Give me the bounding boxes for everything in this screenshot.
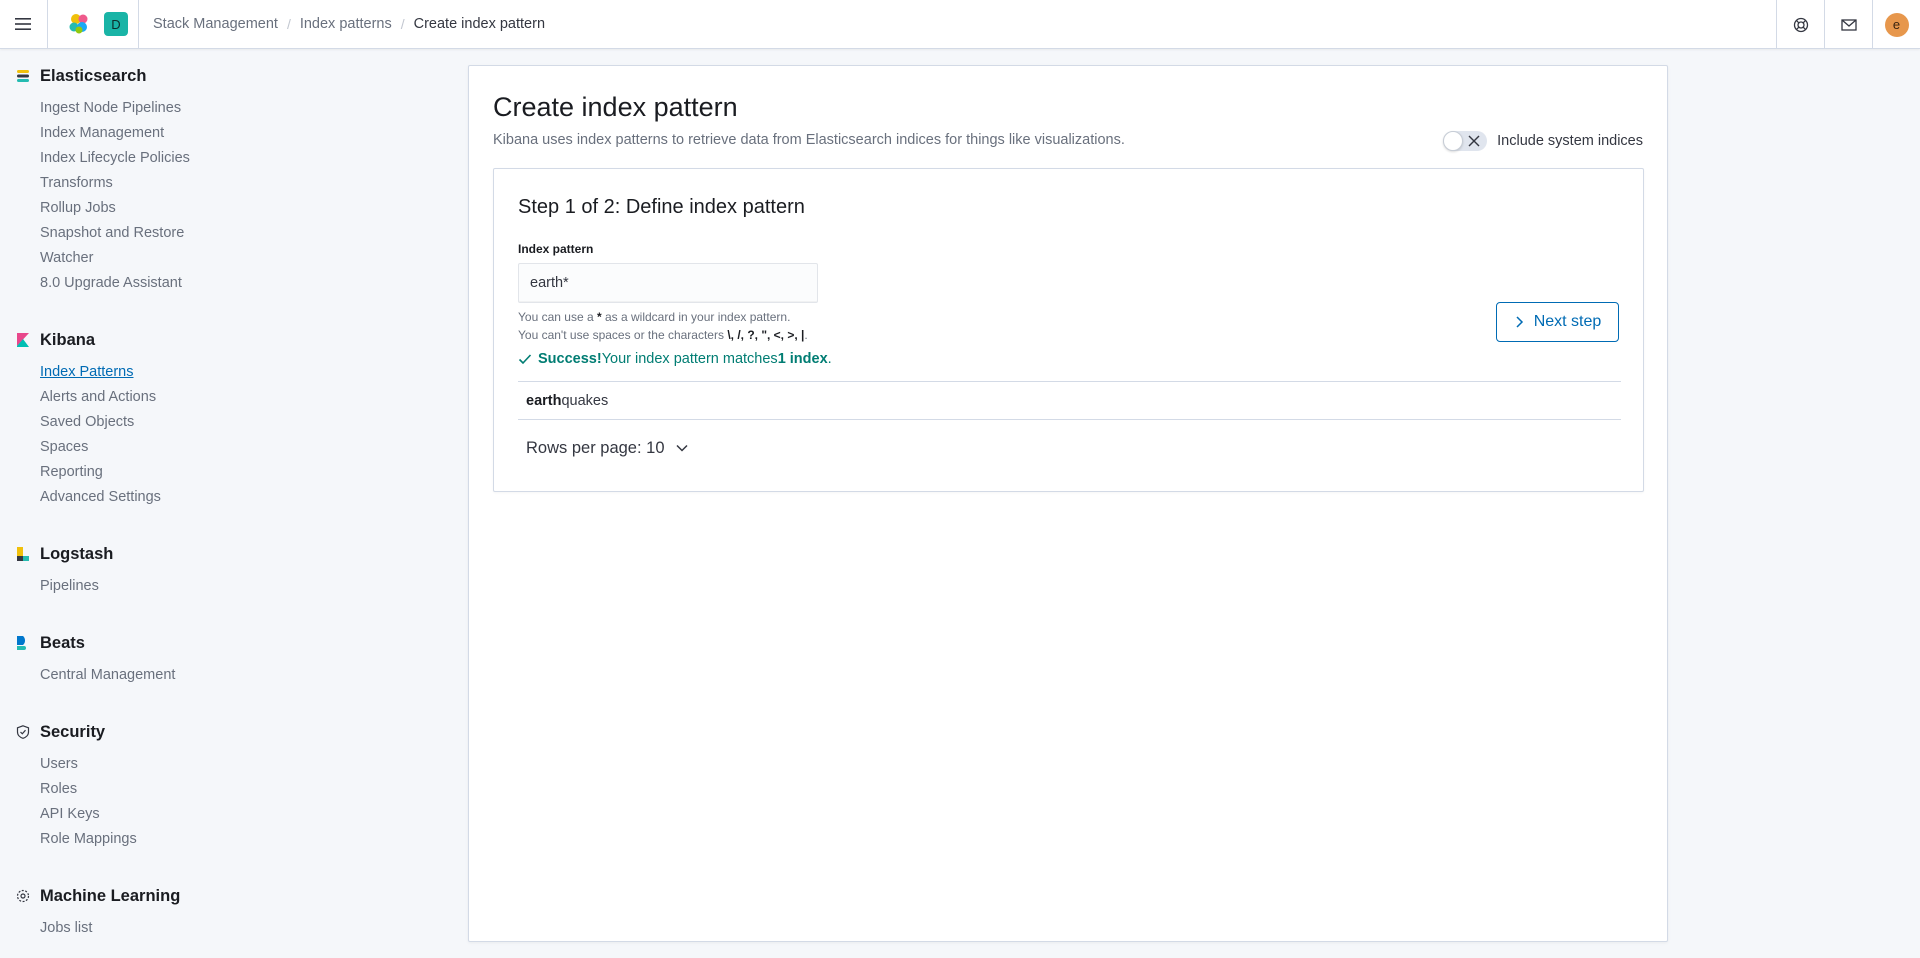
sidebar-section-machine-learning: Machine Learning Jobs list bbox=[0, 884, 460, 941]
match-remainder: quakes bbox=[561, 392, 609, 409]
sidebar-item-index-patterns[interactable]: Index Patterns bbox=[0, 360, 460, 385]
sidebar-item-api-keys[interactable]: API Keys bbox=[0, 802, 460, 827]
chevron-right-icon bbox=[1516, 316, 1523, 328]
chevron-down-icon bbox=[675, 444, 688, 452]
breadcrumb-separator: / bbox=[400, 16, 405, 32]
sidebar-title-label: Security bbox=[40, 722, 106, 741]
index-pattern-input[interactable] bbox=[518, 263, 818, 303]
menu-icon[interactable] bbox=[8, 9, 38, 39]
sidebar-item-upgrade-assistant[interactable]: 8.0 Upgrade Assistant bbox=[0, 271, 460, 296]
sidebar-title-label: Elasticsearch bbox=[40, 66, 147, 85]
sidebar-item-snapshot-and-restore[interactable]: Snapshot and Restore bbox=[0, 221, 460, 246]
logstash-icon bbox=[17, 547, 29, 561]
breadcrumb-stack-management[interactable]: Stack Management bbox=[153, 16, 278, 32]
help-button[interactable] bbox=[1776, 0, 1824, 49]
sidebar-title-elasticsearch[interactable]: Elasticsearch bbox=[0, 64, 460, 88]
breadcrumb-current: Create index pattern bbox=[413, 16, 546, 32]
user-menu[interactable]: e bbox=[1872, 0, 1920, 49]
breadcrumb-index-patterns[interactable]: Index patterns bbox=[300, 16, 392, 32]
sidebar-item-roles[interactable]: Roles bbox=[0, 777, 460, 802]
newsfeed-button[interactable] bbox=[1824, 0, 1872, 49]
sidebar-item-users[interactable]: Users bbox=[0, 752, 460, 777]
header-actions: e bbox=[1776, 0, 1920, 49]
step-panel: Step 1 of 2: Define index pattern Index … bbox=[493, 168, 1644, 492]
page-description: Kibana uses index patterns to retrieve d… bbox=[493, 132, 1125, 148]
breadcrumb: Stack Management / Index patterns / Crea… bbox=[153, 16, 545, 32]
sidebar-section-logstash: Logstash Pipelines bbox=[0, 542, 460, 599]
sidebar-title-label: Beats bbox=[40, 633, 85, 652]
machine-learning-icon bbox=[16, 889, 30, 903]
elasticsearch-icon bbox=[17, 70, 29, 82]
sidebar-item-jobs-list[interactable]: Jobs list bbox=[0, 916, 460, 941]
sidebar-section-beats: Beats Central Management bbox=[0, 631, 460, 688]
shield-icon bbox=[16, 725, 30, 739]
index-pattern-label: Index pattern bbox=[518, 242, 594, 256]
sidebar-section-kibana: Kibana Index Patterns Alerts and Actions… bbox=[0, 328, 460, 510]
sidebar-item-rollup-jobs[interactable]: Rollup Jobs bbox=[0, 196, 460, 221]
toggle-label: Include system indices bbox=[1497, 133, 1643, 149]
elastic-logo-icon[interactable] bbox=[64, 9, 94, 39]
success-message: Success! Your index pattern matches 1 in… bbox=[518, 351, 832, 367]
help-line-characters: You can't use spaces or the characters \… bbox=[518, 328, 808, 342]
space-avatar[interactable]: D bbox=[104, 12, 128, 36]
sidebar-title-logstash[interactable]: Logstash bbox=[0, 542, 460, 566]
sidebar-section-elasticsearch: Elasticsearch Ingest Node Pipelines Inde… bbox=[0, 64, 460, 296]
sidebar-title-label: Kibana bbox=[40, 330, 96, 349]
sidebar-item-index-lifecycle-policies[interactable]: Index Lifecycle Policies bbox=[0, 146, 460, 171]
sidebar: Elasticsearch Ingest Node Pipelines Inde… bbox=[0, 49, 460, 958]
close-icon bbox=[1468, 135, 1480, 147]
sidebar-item-pipelines[interactable]: Pipelines bbox=[0, 574, 460, 599]
table-row: earth quakes bbox=[518, 381, 1621, 420]
header-divider bbox=[47, 0, 48, 49]
help-icon bbox=[1793, 17, 1808, 32]
next-step-button[interactable]: Next step bbox=[1496, 302, 1619, 342]
sidebar-item-ingest-node-pipelines[interactable]: Ingest Node Pipelines bbox=[0, 96, 460, 121]
sidebar-item-transforms[interactable]: Transforms bbox=[0, 171, 460, 196]
top-header: D Stack Management / Index patterns / Cr… bbox=[0, 0, 1920, 49]
sidebar-item-reporting[interactable]: Reporting bbox=[0, 460, 460, 485]
sidebar-title-security[interactable]: Security bbox=[0, 720, 460, 744]
sidebar-title-machine-learning[interactable]: Machine Learning bbox=[0, 884, 460, 908]
sidebar-section-security: Security Users Roles API Keys Role Mappi… bbox=[0, 720, 460, 852]
main-panel: Create index pattern Kibana uses index p… bbox=[468, 65, 1668, 942]
sidebar-title-label: Machine Learning bbox=[40, 886, 181, 905]
check-icon bbox=[518, 354, 532, 365]
sidebar-title-kibana[interactable]: Kibana bbox=[0, 328, 460, 352]
index-pattern-help: You can use a * as a wildcard in your in… bbox=[518, 308, 808, 344]
sidebar-item-spaces[interactable]: Spaces bbox=[0, 435, 460, 460]
toggle-switch[interactable] bbox=[1443, 131, 1488, 151]
beats-icon bbox=[17, 636, 26, 650]
kibana-icon bbox=[17, 333, 29, 347]
sidebar-item-watcher[interactable]: Watcher bbox=[0, 246, 460, 271]
sidebar-title-beats[interactable]: Beats bbox=[0, 631, 460, 655]
sidebar-item-saved-objects[interactable]: Saved Objects bbox=[0, 410, 460, 435]
include-system-indices-toggle[interactable]: Include system indices bbox=[1443, 131, 1643, 151]
step-title: Step 1 of 2: Define index pattern bbox=[518, 196, 805, 218]
rows-per-page-label: Rows per page: 10 bbox=[526, 438, 665, 457]
rows-per-page-button[interactable]: Rows per page: 10 bbox=[526, 436, 689, 460]
match-highlight: earth bbox=[526, 392, 562, 409]
sidebar-item-role-mappings[interactable]: Role Mappings bbox=[0, 827, 460, 852]
newsfeed-icon bbox=[1840, 18, 1857, 31]
help-line-wildcard: You can use a * as a wildcard in your in… bbox=[518, 310, 791, 324]
next-step-label: Next step bbox=[1533, 313, 1602, 330]
header-divider bbox=[138, 0, 139, 49]
sidebar-item-central-management[interactable]: Central Management bbox=[0, 663, 460, 688]
page-title: Create index pattern bbox=[493, 92, 738, 122]
avatar[interactable]: e bbox=[1884, 12, 1909, 37]
sidebar-item-advanced-settings[interactable]: Advanced Settings bbox=[0, 485, 460, 510]
breadcrumb-separator: / bbox=[286, 16, 291, 32]
toggle-knob bbox=[1443, 131, 1464, 151]
sidebar-item-index-management[interactable]: Index Management bbox=[0, 121, 460, 146]
sidebar-title-label: Logstash bbox=[40, 544, 114, 563]
sidebar-item-alerts-and-actions[interactable]: Alerts and Actions bbox=[0, 385, 460, 410]
